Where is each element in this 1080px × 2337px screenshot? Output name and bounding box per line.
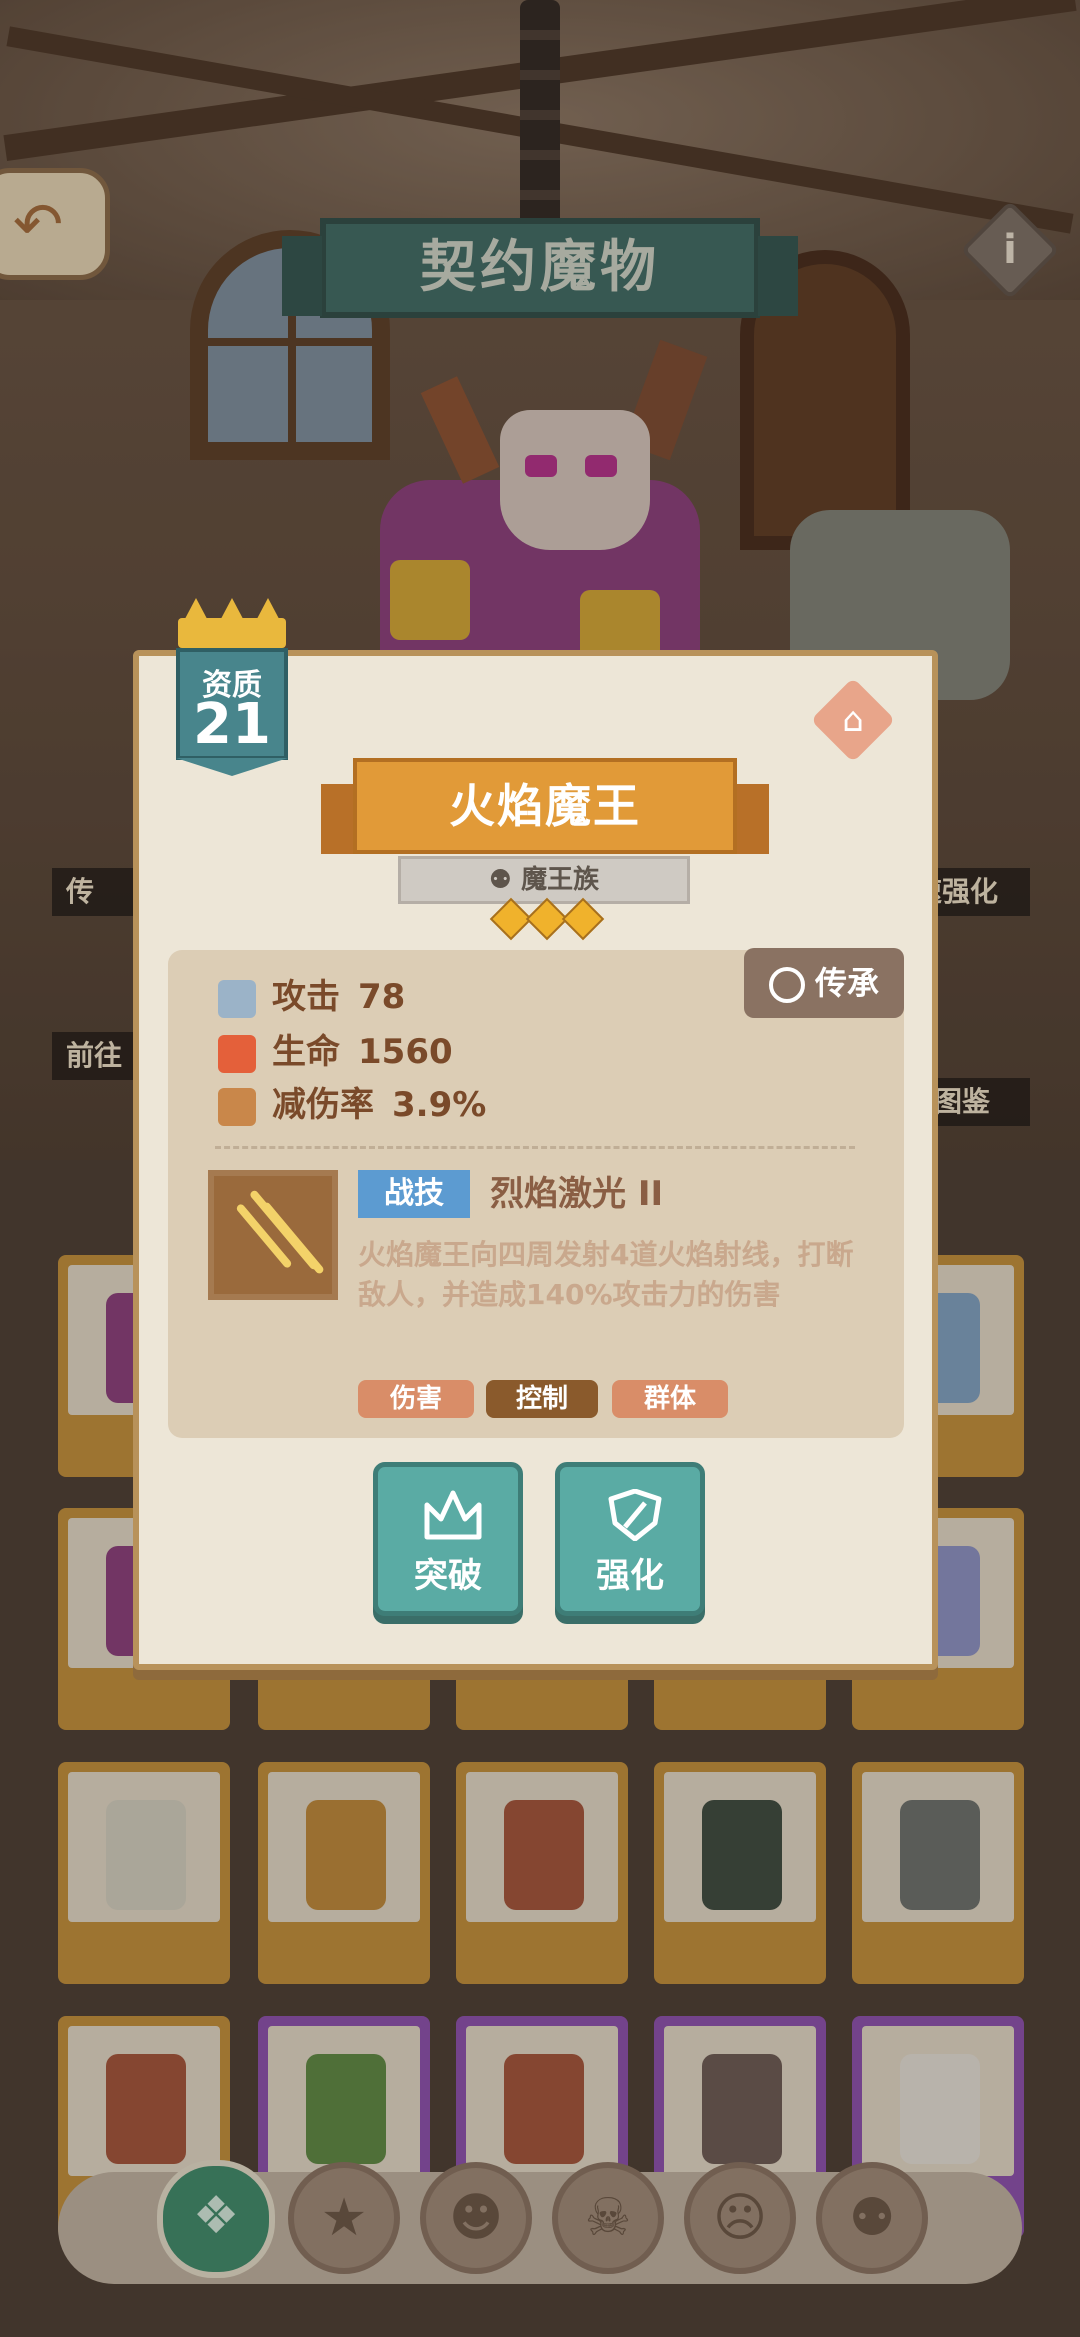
inherit-label: 传承 [814, 964, 879, 1002]
shield-sword-icon [608, 1489, 662, 1541]
breakthrough-label: 突破 [414, 1556, 482, 1596]
monster-name: 火焰魔王 [449, 779, 641, 833]
crown-icon [178, 598, 286, 648]
star-icon [561, 897, 605, 941]
monster-race: ⚉ 魔王族 [398, 856, 690, 904]
skill-description: 火焰魔王向四周发射4道火焰射线，打断敌人，并造成140%攻击力的伤害 [358, 1238, 854, 1311]
sword-icon [218, 979, 256, 1018]
inherit-icon [768, 967, 805, 1003]
heart-icon [218, 1034, 256, 1073]
crown-icon [424, 1490, 482, 1540]
stat-health: 生命 1560 [218, 1028, 453, 1076]
stat-label: 减伤率 [272, 1085, 374, 1125]
skill-tag-group: 群体 [612, 1380, 728, 1418]
race-icon: ⚉ [488, 865, 522, 895]
skill-tag-damage: 伤害 [358, 1380, 474, 1418]
monster-name-ribbon: 火焰魔王 [321, 758, 769, 854]
skill-tag-control: 控制 [486, 1380, 598, 1418]
breakthrough-button[interactable]: 突破 [373, 1462, 523, 1616]
lock-icon: ⌂ [842, 700, 864, 740]
stat-damage-reduction: 减伤率 3.9% [218, 1081, 486, 1129]
stat-label: 攻击 [272, 977, 340, 1017]
inherit-button[interactable]: 传承 [744, 948, 904, 1018]
grade-value: 21 [193, 692, 271, 757]
divider [215, 1146, 855, 1149]
skill-icon [208, 1170, 338, 1300]
grade-badge: 资质 21 [176, 648, 288, 776]
star-rating [489, 897, 605, 941]
stat-value: 78 [358, 977, 406, 1017]
stat-label: 生命 [272, 1032, 340, 1072]
enhance-button[interactable]: 强化 [555, 1462, 705, 1616]
lock-button[interactable]: ⌂ [810, 677, 896, 763]
enhance-label: 强化 [596, 1556, 664, 1596]
stat-value: 3.9% [392, 1085, 487, 1125]
stat-attack: 攻击 78 [218, 973, 405, 1021]
stat-value: 1560 [358, 1032, 453, 1072]
skill-type-badge: 战技 [358, 1170, 470, 1218]
skill-name: 烈焰激光 II [490, 1174, 664, 1214]
race-label: 魔王族 [521, 865, 600, 895]
shield-icon [218, 1087, 256, 1126]
